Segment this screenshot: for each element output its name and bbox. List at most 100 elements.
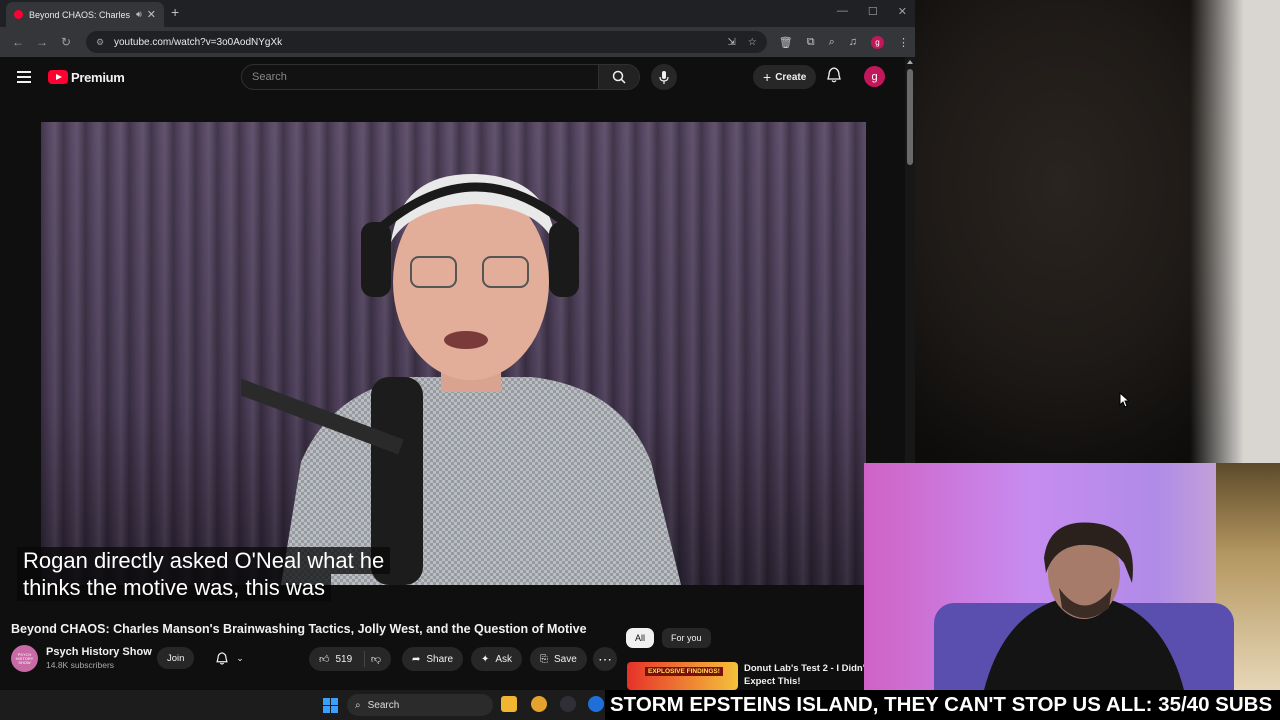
install-app-icon[interactable]: ⇲ [727, 37, 735, 48]
more-actions-icon[interactable]: ⋯ [593, 647, 617, 671]
microphone-icon [659, 70, 669, 84]
youtube-logo[interactable]: Premium [48, 70, 125, 85]
windows-start-icon[interactable] [323, 698, 338, 713]
subscription-bell-button[interactable]: ⌄ [207, 647, 253, 669]
taskbar-search-label: Search [367, 699, 400, 711]
join-button[interactable]: Join [157, 647, 195, 669]
webcam-overlay [864, 463, 1280, 690]
subscriber-count: 14.8K subscribers [46, 660, 115, 670]
channel-name[interactable]: Psych History Show [46, 646, 152, 658]
youtube-play-icon [48, 70, 68, 84]
webcam-person [984, 522, 1184, 690]
plus-icon: + [763, 69, 772, 85]
share-arrow-icon: ➦ [412, 653, 421, 665]
share-button[interactable]: ➦ Share [402, 647, 464, 671]
scroll-up-icon[interactable] [907, 60, 913, 64]
toolbar: ← → ↻ ⚙︎ youtube.com/watch?v=3o0AodNYgXk… [0, 27, 915, 57]
video-frame-person [241, 173, 681, 585]
background-light [1190, 0, 1280, 463]
search-button[interactable] [598, 65, 639, 89]
video-player[interactable] [41, 122, 866, 585]
save-label: Save [554, 653, 577, 665]
address-bar-icons: ⇲ ☆ [727, 37, 756, 48]
caption-line-2: thinks the motive was, this was [17, 574, 332, 601]
thumbs-up-icon[interactable]: 👍︎ [319, 653, 329, 665]
chevron-down-icon: ⌄ [236, 652, 244, 663]
share-label: Share [426, 653, 454, 665]
browser-window: Beyond CHAOS: Charles M 🔊︎ ✕ + — ☐ ✕ ← →… [0, 0, 915, 690]
profile-icon[interactable]: g [871, 35, 884, 49]
minimize-icon[interactable]: — [837, 5, 848, 18]
recommended-title[interactable]: Donut Lab's Test 2 - I Didn't Expect Thi… [744, 662, 869, 688]
stream-ticker: STORM EPSTEINS ISLAND, THEY CAN'T STOP U… [605, 690, 1280, 720]
browser-tab[interactable]: Beyond CHAOS: Charles M 🔊︎ ✕ [6, 2, 164, 27]
address-bar[interactable]: ⚙︎ youtube.com/watch?v=3o0AodNYgXk ⇲ ☆ [86, 31, 767, 53]
trash-icon[interactable]: 🗑︎ [779, 36, 793, 49]
channel-row: PSYCH HISTORY SHOW Psych History Show 14… [11, 645, 617, 673]
app-icon[interactable] [531, 696, 547, 712]
maximize-icon[interactable]: ☐ [868, 5, 878, 18]
chip-for-you[interactable]: For you [662, 628, 711, 648]
4k-app-icon[interactable] [560, 696, 576, 712]
search-input[interactable] [242, 71, 598, 83]
voice-search-button[interactable] [651, 64, 677, 90]
bell-icon [216, 651, 228, 665]
close-window-icon[interactable]: ✕ [898, 5, 907, 18]
recommendation-chips: All For you [626, 628, 711, 648]
youtube-favicon-icon [14, 10, 23, 19]
taskbar: ⌕ Search [0, 690, 605, 720]
recommended-thumbnail[interactable]: EXPLOSIVE FINDINGS! [627, 662, 738, 690]
like-dislike-group: 👍︎ 519 👎︎ [309, 647, 391, 671]
search-box [241, 64, 640, 90]
like-count[interactable]: 519 [335, 654, 352, 665]
ask-button[interactable]: ✦ Ask [471, 647, 523, 671]
thumbs-down-icon[interactable]: 👎︎ [371, 653, 381, 665]
extensions-puzzle-icon[interactable]: ⧉ [807, 36, 815, 49]
chip-all[interactable]: All [626, 628, 655, 648]
stream-background [915, 0, 1280, 463]
back-icon[interactable]: ← [6, 35, 30, 49]
caption-line-1: Rogan directly asked O'Neal what he [17, 547, 391, 574]
bookmark-icon: ⎘ [540, 653, 548, 665]
tab-strip: Beyond CHAOS: Charles M 🔊︎ ✕ + — ☐ ✕ [0, 0, 915, 27]
notifications-button[interactable] [827, 67, 841, 88]
screen: Beyond CHAOS: Charles M 🔊︎ ✕ + — ☐ ✕ ← →… [0, 0, 1280, 720]
account-avatar[interactable]: g [864, 66, 885, 87]
sparkle-icon: ✦ [481, 653, 490, 665]
browser-app-icon[interactable] [588, 696, 604, 712]
reload-icon[interactable]: ↻ [54, 35, 78, 49]
hamburger-menu-icon[interactable] [17, 71, 31, 83]
site-info-icon[interactable]: ⚙︎ [96, 37, 106, 47]
taskbar-search[interactable]: ⌕ Search [347, 694, 493, 716]
forward-icon[interactable]: → [30, 35, 54, 49]
new-tab-icon[interactable]: + [171, 4, 179, 20]
save-button[interactable]: ⎘ Save [530, 647, 587, 671]
recommended-video[interactable]: EXPLOSIVE FINDINGS! Donut Lab's Test 2 -… [627, 662, 869, 690]
ask-label: Ask [495, 653, 513, 665]
media-control-icon[interactable]: ♫ [849, 36, 857, 48]
bookmark-star-icon[interactable]: ☆ [748, 37, 757, 48]
bell-icon [827, 67, 841, 83]
search-icon [612, 70, 626, 84]
url-text: youtube.com/watch?v=3o0AodNYgXk [114, 36, 283, 48]
tab-search-icon[interactable]: ⌕ [829, 36, 835, 49]
video-title: Beyond CHAOS: Charles Manson's Brainwash… [11, 622, 587, 636]
file-explorer-icon[interactable] [501, 696, 517, 712]
search-icon: ⌕ [355, 699, 361, 711]
extensions-area: 🗑︎ ⧉ ⌕ ♫ g ⋮ [779, 35, 909, 49]
speaker-icon[interactable]: 🔊︎ [136, 9, 142, 20]
scrollbar-thumb[interactable] [907, 69, 913, 165]
window-controls: — ☐ ✕ [837, 5, 907, 18]
mouse-cursor-icon [1119, 392, 1129, 408]
logo-text: Premium [71, 69, 125, 85]
channel-avatar[interactable]: PSYCH HISTORY SHOW [11, 645, 38, 672]
tab-title: Beyond CHAOS: Charles M [29, 9, 132, 20]
create-label: Create [775, 71, 807, 83]
thumbnail-tag: EXPLOSIVE FINDINGS! [645, 667, 723, 676]
divider [364, 651, 365, 667]
youtube-header: Premium + Create [0, 57, 905, 97]
video-captions: Rogan directly asked O'Neal what he thin… [17, 547, 391, 601]
create-button[interactable]: + Create [753, 65, 817, 89]
menu-kebab-icon[interactable]: ⋮ [898, 36, 909, 49]
close-tab-icon[interactable]: ✕ [147, 8, 156, 21]
